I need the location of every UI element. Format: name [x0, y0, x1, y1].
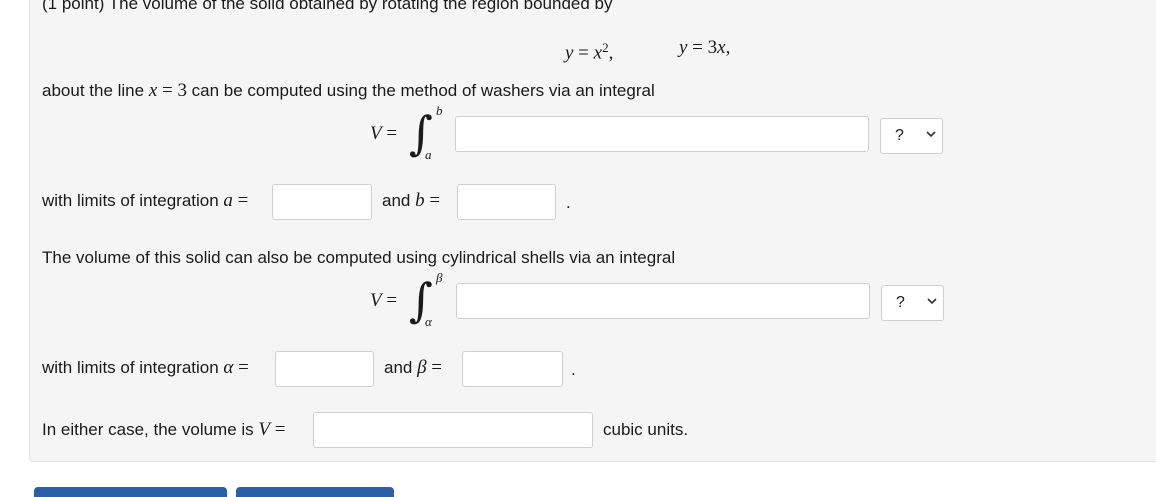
submit-button[interactable] [34, 487, 227, 497]
axis-of-rotation-text: about the line x = 3 can be computed usi… [42, 80, 655, 101]
and-b-label: and b = [382, 190, 441, 211]
and-beta-label: and β = [384, 357, 443, 378]
equation-line: y = 3x, [679, 37, 731, 58]
shells-volume-label: V = [370, 290, 398, 311]
volume-label: In either case, the volume is V = [42, 419, 286, 440]
lower-limit-a-input[interactable] [272, 184, 372, 220]
shells-method-text: The volume of this solid can also be com… [42, 248, 676, 267]
chevron-down-icon [926, 131, 936, 138]
washers-variable-select[interactable]: ? [880, 118, 943, 154]
equation-parabola: y = x2, [565, 40, 614, 64]
washers-lower-limit: a [425, 147, 432, 162]
upper-limit-b-input[interactable] [457, 184, 556, 220]
lower-limit-alpha-input[interactable] [275, 351, 374, 387]
chevron-down-icon [927, 298, 937, 305]
shells-upper-limit: β [436, 270, 443, 285]
shells-variable-select[interactable]: ? [881, 285, 944, 321]
volume-input[interactable] [313, 412, 593, 448]
select-value: ? [895, 127, 904, 144]
shells-integrand-input[interactable] [456, 283, 870, 319]
problem-panel [29, 0, 1156, 462]
period: . [566, 193, 571, 212]
shells-lower-limit: α [425, 314, 432, 329]
shells-limits-label: with limits of integration α = [42, 357, 249, 378]
washers-integrand-input[interactable] [455, 116, 869, 152]
units-label: cubic units. [603, 420, 689, 439]
washers-limits-label: with limits of integration a = [42, 190, 249, 211]
preview-button[interactable] [236, 487, 394, 497]
period: . [571, 360, 576, 379]
upper-limit-beta-input[interactable] [462, 351, 563, 387]
problem-intro: (1 point) The volume of the solid obtain… [42, 0, 613, 13]
washers-volume-label: V = [370, 123, 398, 144]
select-value: ? [896, 294, 905, 311]
washers-upper-limit: b [436, 103, 443, 118]
